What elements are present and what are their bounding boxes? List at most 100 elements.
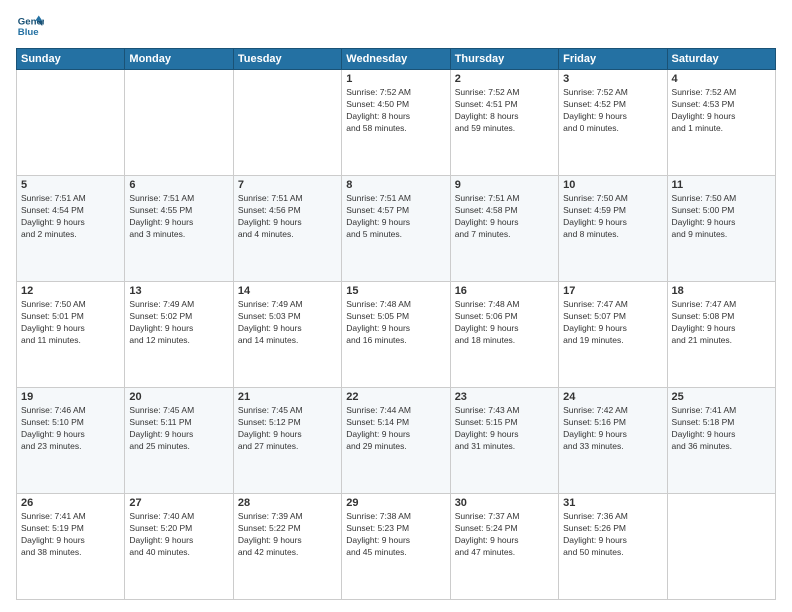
calendar-cell: 2 Sunrise: 7:52 AM Sunset: 4:51 PM Daylig… (450, 70, 558, 176)
day-info: Sunrise: 7:38 AM Sunset: 5:23 PM Dayligh… (346, 511, 445, 559)
day-number: 9 (455, 179, 554, 191)
day-info: Sunrise: 7:45 AM Sunset: 5:11 PM Dayligh… (129, 405, 228, 453)
day-info: Sunrise: 7:51 AM Sunset: 4:57 PM Dayligh… (346, 193, 445, 241)
header: General Blue (16, 12, 776, 40)
day-of-week-header: Thursday (450, 49, 558, 70)
day-number: 3 (563, 73, 662, 85)
day-of-week-header: Sunday (17, 49, 125, 70)
calendar-cell: 29 Sunrise: 7:38 AM Sunset: 5:23 PM Dayli… (342, 494, 450, 600)
calendar-page: General Blue SundayMondayTuesdayWednesda… (0, 0, 792, 612)
calendar-cell: 26Sunrise: 7:41 AM Sunset: 5:19 PM Dayli… (17, 494, 125, 600)
day-info: Sunrise: 7:46 AM Sunset: 5:10 PM Dayligh… (21, 405, 120, 453)
calendar-cell: 18Sunrise: 7:47 AM Sunset: 5:08 PM Dayli… (667, 282, 775, 388)
calendar-cell: 24Sunrise: 7:42 AM Sunset: 5:16 PM Dayli… (559, 388, 667, 494)
calendar-cell: 6 Sunrise: 7:51 AM Sunset: 4:55 PM Daylig… (125, 176, 233, 282)
day-number: 25 (672, 391, 771, 403)
day-info: Sunrise: 7:39 AM Sunset: 5:22 PM Dayligh… (238, 511, 337, 559)
day-info: Sunrise: 7:48 AM Sunset: 5:06 PM Dayligh… (455, 299, 554, 347)
day-info: Sunrise: 7:51 AM Sunset: 4:56 PM Dayligh… (238, 193, 337, 241)
calendar-header-row: SundayMondayTuesdayWednesdayThursdayFrid… (17, 49, 776, 70)
calendar-cell: 17Sunrise: 7:47 AM Sunset: 5:07 PM Dayli… (559, 282, 667, 388)
day-info: Sunrise: 7:47 AM Sunset: 5:07 PM Dayligh… (563, 299, 662, 347)
calendar-cell: 22 Sunrise: 7:44 AM Sunset: 5:14 PM Dayli… (342, 388, 450, 494)
calendar-cell: 31Sunrise: 7:36 AM Sunset: 5:26 PM Dayli… (559, 494, 667, 600)
day-number: 2 (455, 73, 554, 85)
day-of-week-header: Saturday (667, 49, 775, 70)
day-info: Sunrise: 7:50 AM Sunset: 5:00 PM Dayligh… (672, 193, 771, 241)
logo-icon: General Blue (16, 12, 44, 40)
day-of-week-header: Friday (559, 49, 667, 70)
calendar-week-row: 1 Sunrise: 7:52 AM Sunset: 4:50 PM Daylig… (17, 70, 776, 176)
day-number: 6 (129, 179, 228, 191)
calendar-cell (667, 494, 775, 600)
day-number: 23 (455, 391, 554, 403)
day-number: 4 (672, 73, 771, 85)
calendar-cell: 15Sunrise: 7:48 AM Sunset: 5:05 PM Dayli… (342, 282, 450, 388)
day-info: Sunrise: 7:47 AM Sunset: 5:08 PM Dayligh… (672, 299, 771, 347)
logo: General Blue (16, 12, 44, 40)
day-info: Sunrise: 7:51 AM Sunset: 4:54 PM Dayligh… (21, 193, 120, 241)
day-of-week-header: Tuesday (233, 49, 341, 70)
calendar-cell: 4 Sunrise: 7:52 AM Sunset: 4:53 PM Daylig… (667, 70, 775, 176)
day-of-week-header: Wednesday (342, 49, 450, 70)
calendar-week-row: 26Sunrise: 7:41 AM Sunset: 5:19 PM Dayli… (17, 494, 776, 600)
day-info: Sunrise: 7:45 AM Sunset: 5:12 PM Dayligh… (238, 405, 337, 453)
day-info: Sunrise: 7:42 AM Sunset: 5:16 PM Dayligh… (563, 405, 662, 453)
calendar-cell: 21 Sunrise: 7:45 AM Sunset: 5:12 PM Dayli… (233, 388, 341, 494)
day-number: 21 (238, 391, 337, 403)
day-number: 1 (346, 73, 445, 85)
day-number: 15 (346, 285, 445, 297)
day-info: Sunrise: 7:41 AM Sunset: 5:18 PM Dayligh… (672, 405, 771, 453)
day-number: 16 (455, 285, 554, 297)
day-info: Sunrise: 7:52 AM Sunset: 4:51 PM Dayligh… (455, 87, 554, 135)
calendar-week-row: 12Sunrise: 7:50 AM Sunset: 5:01 PM Dayli… (17, 282, 776, 388)
day-info: Sunrise: 7:43 AM Sunset: 5:15 PM Dayligh… (455, 405, 554, 453)
day-number: 31 (563, 497, 662, 509)
day-number: 5 (21, 179, 120, 191)
calendar-cell (17, 70, 125, 176)
day-number: 13 (129, 285, 228, 297)
calendar-cell: 25 Sunrise: 7:41 AM Sunset: 5:18 PM Dayli… (667, 388, 775, 494)
calendar-cell: 28 Sunrise: 7:39 AM Sunset: 5:22 PM Dayli… (233, 494, 341, 600)
calendar-cell: 7 Sunrise: 7:51 AM Sunset: 4:56 PM Daylig… (233, 176, 341, 282)
day-number: 27 (129, 497, 228, 509)
calendar-body: 1 Sunrise: 7:52 AM Sunset: 4:50 PM Daylig… (17, 70, 776, 600)
calendar-cell: 1 Sunrise: 7:52 AM Sunset: 4:50 PM Daylig… (342, 70, 450, 176)
day-number: 19 (21, 391, 120, 403)
day-number: 29 (346, 497, 445, 509)
calendar-cell: 5 Sunrise: 7:51 AM Sunset: 4:54 PM Daylig… (17, 176, 125, 282)
calendar-cell: 19 Sunrise: 7:46 AM Sunset: 5:10 PM Dayli… (17, 388, 125, 494)
day-number: 20 (129, 391, 228, 403)
calendar-week-row: 5 Sunrise: 7:51 AM Sunset: 4:54 PM Daylig… (17, 176, 776, 282)
day-info: Sunrise: 7:49 AM Sunset: 5:03 PM Dayligh… (238, 299, 337, 347)
day-info: Sunrise: 7:51 AM Sunset: 4:58 PM Dayligh… (455, 193, 554, 241)
day-info: Sunrise: 7:37 AM Sunset: 5:24 PM Dayligh… (455, 511, 554, 559)
day-info: Sunrise: 7:52 AM Sunset: 4:53 PM Dayligh… (672, 87, 771, 135)
day-of-week-header: Monday (125, 49, 233, 70)
calendar-cell: 20 Sunrise: 7:45 AM Sunset: 5:11 PM Dayli… (125, 388, 233, 494)
calendar-cell: 12Sunrise: 7:50 AM Sunset: 5:01 PM Dayli… (17, 282, 125, 388)
day-info: Sunrise: 7:44 AM Sunset: 5:14 PM Dayligh… (346, 405, 445, 453)
calendar-cell (233, 70, 341, 176)
day-info: Sunrise: 7:51 AM Sunset: 4:55 PM Dayligh… (129, 193, 228, 241)
day-info: Sunrise: 7:50 AM Sunset: 5:01 PM Dayligh… (21, 299, 120, 347)
day-number: 7 (238, 179, 337, 191)
day-info: Sunrise: 7:49 AM Sunset: 5:02 PM Dayligh… (129, 299, 228, 347)
day-info: Sunrise: 7:50 AM Sunset: 4:59 PM Dayligh… (563, 193, 662, 241)
day-info: Sunrise: 7:41 AM Sunset: 5:19 PM Dayligh… (21, 511, 120, 559)
day-info: Sunrise: 7:40 AM Sunset: 5:20 PM Dayligh… (129, 511, 228, 559)
day-number: 28 (238, 497, 337, 509)
calendar-cell: 23 Sunrise: 7:43 AM Sunset: 5:15 PM Dayli… (450, 388, 558, 494)
day-info: Sunrise: 7:52 AM Sunset: 4:50 PM Dayligh… (346, 87, 445, 135)
calendar-cell: 8 Sunrise: 7:51 AM Sunset: 4:57 PM Daylig… (342, 176, 450, 282)
day-number: 8 (346, 179, 445, 191)
day-number: 22 (346, 391, 445, 403)
calendar-cell: 16 Sunrise: 7:48 AM Sunset: 5:06 PM Dayli… (450, 282, 558, 388)
day-info: Sunrise: 7:52 AM Sunset: 4:52 PM Dayligh… (563, 87, 662, 135)
calendar-cell: 9 Sunrise: 7:51 AM Sunset: 4:58 PM Daylig… (450, 176, 558, 282)
calendar-cell: 11Sunrise: 7:50 AM Sunset: 5:00 PM Dayli… (667, 176, 775, 282)
calendar-cell: 14 Sunrise: 7:49 AM Sunset: 5:03 PM Dayli… (233, 282, 341, 388)
day-number: 14 (238, 285, 337, 297)
calendar-cell: 30 Sunrise: 7:37 AM Sunset: 5:24 PM Dayli… (450, 494, 558, 600)
day-number: 30 (455, 497, 554, 509)
